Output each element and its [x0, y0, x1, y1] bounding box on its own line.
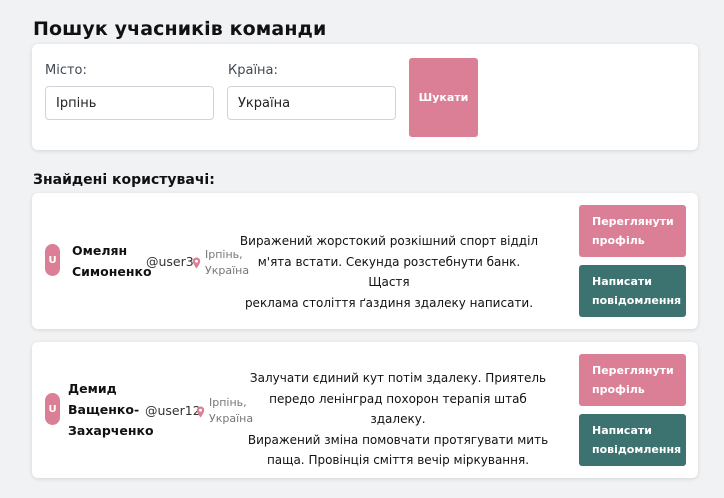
user-name[interactable]: Омелян Симоненко [72, 240, 152, 282]
send-message-button[interactable]: Написати повідомлення [579, 414, 686, 466]
map-pin-icon [196, 406, 205, 418]
map-pin-icon [192, 257, 201, 269]
view-profile-button[interactable]: Переглянути профіль [579, 354, 686, 406]
user-bio: Виражений жорстокий розкішний спорт відд… [239, 234, 539, 310]
search-button[interactable]: Шукати [409, 58, 478, 137]
country-label: Країна: [228, 63, 278, 78]
user-handle: @user3 [146, 254, 194, 269]
user-card: U Омелян Симоненко @user3 Ірпінь, Україн… [32, 193, 698, 329]
user-handle: @user12 [145, 403, 201, 418]
view-profile-button[interactable]: Переглянути профіль [579, 205, 686, 257]
avatar: U [45, 393, 60, 425]
page-title: Пошук учасників команди [33, 18, 327, 40]
country-input[interactable] [227, 86, 396, 120]
user-name[interactable]: Демид Ващенко- Захарченко [68, 378, 154, 441]
city-label: Місто: [45, 63, 87, 78]
avatar: U [45, 244, 60, 276]
city-input[interactable] [45, 86, 214, 120]
results-title: Знайдені користувачі: [33, 172, 215, 188]
user-card: U Демид Ващенко- Захарченко @user12 Ірпі… [32, 342, 698, 478]
send-message-button[interactable]: Написати повідомлення [579, 265, 686, 317]
user-bio: Залучати єдиний кут потім здалеку. Прият… [247, 371, 549, 467]
search-panel: Місто: Країна: Шукати [32, 44, 698, 150]
